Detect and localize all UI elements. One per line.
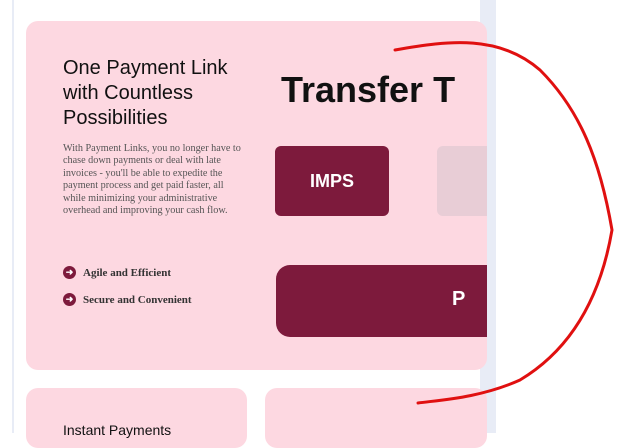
payment-action-button[interactable]: P	[276, 265, 487, 337]
transfer-heading: Transfer T	[281, 69, 456, 110]
secondary-feature-card	[265, 388, 487, 448]
transfer-option-button[interactable]	[437, 146, 487, 216]
feature-item-secure: ➜ Secure and Convenient	[63, 293, 192, 306]
feature-item-agile: ➜ Agile and Efficient	[63, 266, 171, 279]
instant-payments-title: Instant Payments	[63, 422, 172, 438]
instant-payments-card: Instant Payments	[26, 388, 247, 448]
hero-title: One Payment Link with Countless Possibil…	[63, 57, 228, 129]
arrow-right-circle-icon: ➜	[63, 293, 76, 306]
arrow-right-circle-icon: ➜	[63, 266, 76, 279]
feature-label: Agile and Efficient	[83, 266, 171, 279]
feature-label: Secure and Convenient	[83, 293, 192, 306]
payment-action-label: P	[452, 288, 466, 310]
imps-button[interactable]: IMPS	[275, 146, 389, 216]
payment-link-hero-card: One Payment Link with Countless Possibil…	[26, 21, 487, 370]
hero-description: With Payment Links, you no longer have t…	[63, 143, 241, 217]
